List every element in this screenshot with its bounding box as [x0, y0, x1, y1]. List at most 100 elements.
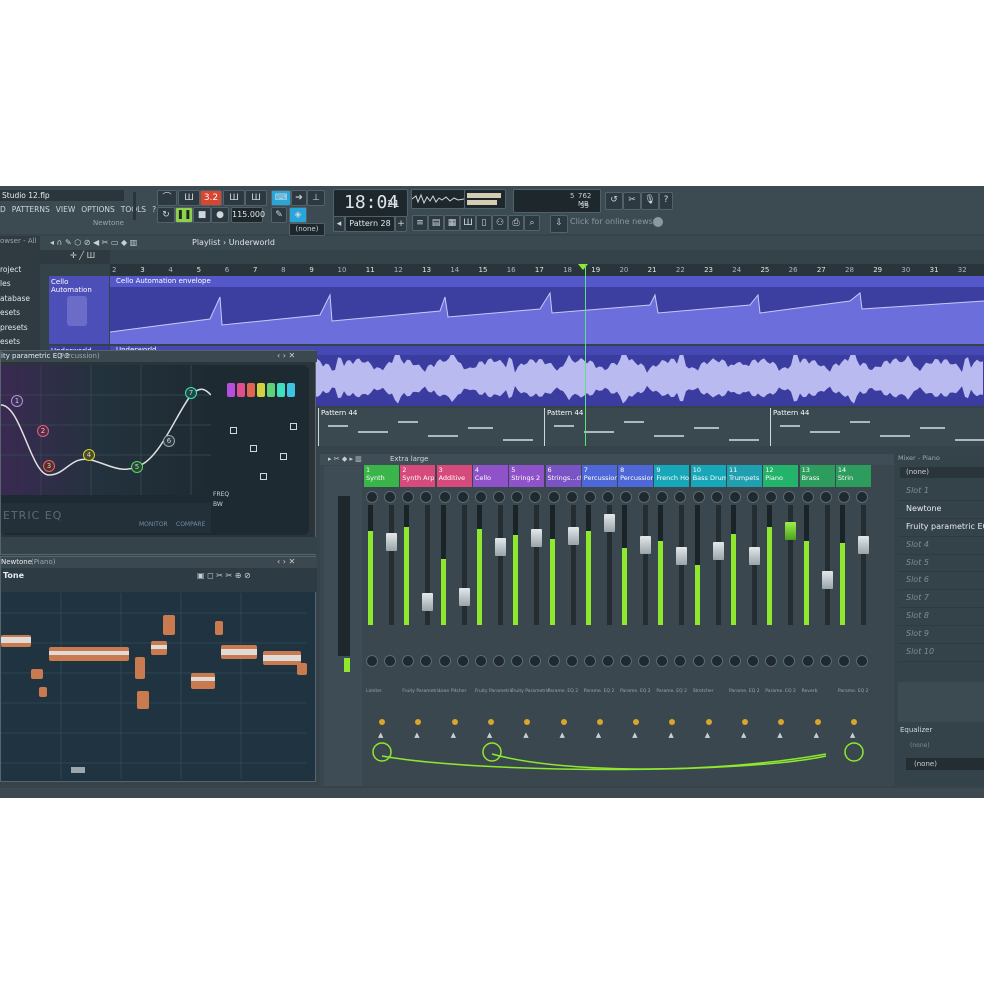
route-led[interactable] [742, 719, 748, 725]
volume-fader[interactable] [422, 593, 434, 611]
band-color-chip[interactable] [277, 383, 285, 397]
multilink-button[interactable]: ⊥ [307, 190, 325, 206]
eq-band-handle-7[interactable]: 7 [185, 387, 197, 399]
pan-knob[interactable] [438, 491, 451, 503]
eq-knob[interactable] [601, 655, 614, 667]
eq-knob[interactable] [529, 655, 542, 667]
channel-header[interactable]: 13 Brass [799, 465, 835, 487]
piano-roll-window-icon[interactable]: ▤ [428, 215, 444, 231]
channel-header[interactable]: 5 Strings 2 [509, 465, 545, 487]
track-header-cello-automation[interactable]: Cello Automation [49, 276, 109, 344]
insert-slot-7[interactable]: Slot 7 [898, 590, 984, 609]
stereo-knob[interactable] [855, 491, 868, 503]
pan-knob[interactable] [583, 491, 596, 503]
pan-knob[interactable] [656, 491, 669, 503]
eq-knob[interactable] [420, 655, 433, 667]
insert-slot-1[interactable]: Slot 1 [898, 483, 984, 501]
loop-record-button[interactable]: ↻ [157, 207, 175, 223]
channel-rack-window-icon[interactable]: ▦ [444, 215, 460, 231]
eq-band-handle-1[interactable]: 1 [11, 395, 23, 407]
pan-knob[interactable] [511, 491, 524, 503]
menu-item-d[interactable]: D [0, 205, 6, 214]
channel-header[interactable]: 7 Percussion [581, 465, 617, 487]
volume-fader[interactable] [603, 513, 615, 532]
route-led[interactable] [524, 719, 531, 725]
volume-fader[interactable] [676, 546, 688, 565]
band-gain-slider[interactable] [290, 423, 297, 430]
stereo-knob[interactable] [674, 491, 687, 503]
route-led[interactable] [778, 719, 785, 725]
stereo-knob[interactable] [710, 491, 723, 503]
volume-fader[interactable] [494, 538, 506, 556]
eq-knob[interactable] [456, 655, 469, 667]
menu-item-view[interactable]: VIEW [56, 205, 76, 214]
blend-button[interactable]: Ш [245, 190, 267, 206]
playlist-title[interactable]: Playlist › Underworld [192, 238, 275, 247]
output-select[interactable]: (none) [906, 758, 984, 770]
channel-header[interactable]: 4 Cello [472, 465, 508, 487]
snap-button[interactable]: ◈ [289, 207, 307, 223]
eq-display[interactable]: 1 2 3 4 5 6 7 FREQ BW ETRIC EQ MONITOR C… [1, 365, 309, 535]
route-led[interactable] [560, 719, 567, 725]
route-led[interactable] [705, 719, 712, 725]
stereo-knob[interactable] [601, 491, 614, 503]
online-news-link[interactable]: Click for online news [570, 217, 653, 226]
render-icon[interactable]: ⌕ [524, 215, 540, 231]
route-led[interactable] [379, 719, 385, 725]
pan-knob[interactable] [402, 491, 415, 503]
plugin-picker-icon[interactable]: ⚇ [492, 215, 508, 231]
pan-knob[interactable] [729, 491, 741, 503]
time-display[interactable]: 18:04 21 [333, 189, 408, 217]
globe-icon[interactable] [653, 217, 663, 227]
eq-knob[interactable] [638, 655, 651, 667]
mixer-preset[interactable]: Extra large [390, 455, 428, 463]
eq-knob[interactable] [384, 655, 396, 667]
eq-band-handle-3[interactable]: 3 [43, 460, 55, 472]
inserts-input-select[interactable]: (none) [900, 467, 984, 478]
countdown-button[interactable]: 3.2 [200, 190, 222, 206]
eq-knob[interactable] [837, 655, 850, 667]
route-led[interactable] [487, 719, 494, 725]
eq-knob[interactable] [366, 655, 378, 667]
eq-band-handle-6[interactable]: 6 [163, 435, 175, 447]
scrollbar-thumb[interactable] [71, 767, 85, 773]
menu-item-patterns[interactable]: PATTERNS [12, 205, 50, 214]
eq-knob[interactable] [765, 655, 778, 667]
eq-knob[interactable] [547, 655, 560, 667]
band-gain-slider[interactable] [260, 473, 267, 480]
menu-item-options[interactable]: OPTIONS [81, 205, 115, 214]
volume-fader[interactable] [857, 535, 869, 554]
stop-button[interactable]: ■ [193, 207, 211, 223]
insert-slot-parametric-eq[interactable]: Fruity parametric EQ 2 [898, 519, 984, 537]
stereo-knob[interactable] [783, 491, 796, 503]
master-strip[interactable] [324, 466, 362, 786]
route-led[interactable] [596, 719, 603, 725]
eq-knob[interactable] [656, 655, 669, 667]
eq-knob[interactable] [783, 655, 796, 667]
channel-header[interactable]: 12 Piano [763, 465, 799, 487]
newtone-title-bar[interactable]: Newtone (Piano) ‹ › ✕ [1, 557, 317, 568]
stereo-knob[interactable] [384, 491, 396, 503]
volume-fader[interactable] [458, 587, 470, 606]
monitor-button[interactable]: MONITOR [139, 521, 168, 528]
band-color-chip[interactable] [267, 383, 275, 397]
browser-item[interactable]: presets [0, 321, 30, 335]
route-led[interactable] [669, 719, 676, 725]
playlist-tools-icon[interactable]: ◂ ∩ ✎ ⬡ ⊘ ◀ ✂ ▭ ◆ ▥ [50, 238, 137, 247]
insert-slot-6[interactable]: Slot 6 [898, 572, 984, 591]
band-color-chip[interactable] [287, 383, 295, 397]
playlist-window-icon[interactable]: ≡ [412, 215, 428, 231]
tempo-display[interactable]: 115.000 [231, 207, 265, 223]
browser-item[interactable]: roject [0, 263, 30, 277]
route-led[interactable] [451, 719, 458, 725]
band-color-chip[interactable] [227, 383, 235, 397]
band-color-chip[interactable] [257, 383, 265, 397]
insert-slot-10[interactable]: Slot 10 [898, 644, 984, 662]
channel-header[interactable]: 11 Trumpets [727, 465, 762, 487]
eq-title-bar[interactable]: ity parametric EQ 2 (Percussion) ‹ › ✕ [1, 351, 317, 362]
insert-slot-8[interactable]: Slot 8 [898, 608, 984, 627]
volume-fader[interactable] [785, 521, 797, 540]
pan-knob[interactable] [801, 491, 814, 503]
route-led[interactable] [850, 719, 857, 725]
channel-header[interactable]: 9French Horn [654, 465, 690, 487]
